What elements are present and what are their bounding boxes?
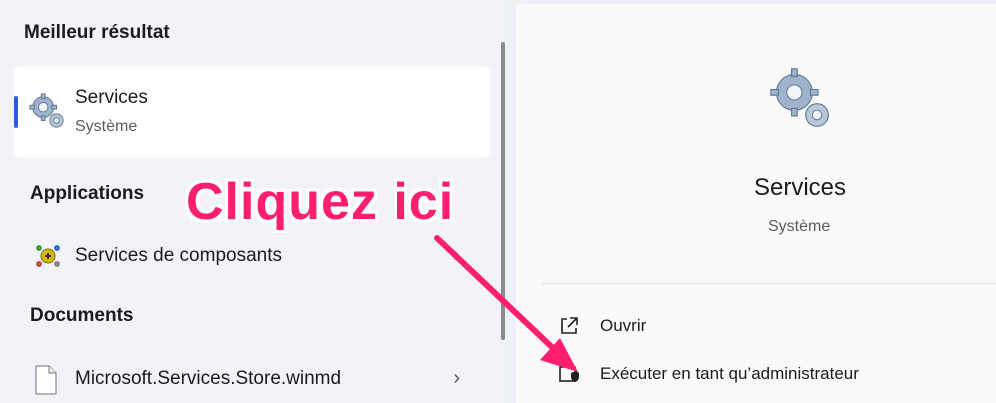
list-item-services-de-composants[interactable]: Services de composants ›: [14, 232, 490, 280]
list-item-winmd-file[interactable]: Microsoft.Services.Store.winmd ›: [14, 355, 490, 403]
selection-indicator: [14, 96, 18, 128]
best-match-type: Système: [75, 118, 138, 135]
list-item-label: Microsoft.Services.Store.winmd: [75, 368, 342, 389]
preview-subtitle: Système: [768, 218, 831, 235]
open-action-label: Ouvrir: [600, 316, 647, 335]
best-match-name: Services: [75, 87, 148, 108]
scrollbar[interactable]: [501, 42, 505, 340]
run-as-admin-label: Exécuter en tant qu’administrateur: [600, 364, 859, 383]
divider: [542, 283, 996, 284]
annotation-text: Cliquez ici: [186, 173, 455, 231]
preview-title: Services: [754, 174, 847, 201]
chevron-right-icon[interactable]: ›: [453, 244, 460, 267]
gears-icon: [770, 68, 829, 127]
shield-admin-icon: [559, 366, 579, 382]
component-services-icon: [36, 245, 60, 267]
best-match-item[interactable]: Services Système: [14, 66, 490, 158]
applications-heading: Applications: [30, 183, 145, 204]
chevron-right-icon[interactable]: ›: [453, 367, 460, 390]
file-icon: [35, 365, 57, 395]
run-as-admin-action[interactable]: Exécuter en tant qu’administrateur: [556, 358, 976, 392]
best-match-heading: Meilleur résultat: [24, 22, 170, 43]
documents-heading: Documents: [30, 305, 134, 326]
open-action[interactable]: Ouvrir: [556, 310, 976, 344]
list-item-label: Services de composants: [75, 245, 282, 266]
gears-icon: [29, 93, 64, 128]
open-external-icon: [561, 317, 578, 334]
